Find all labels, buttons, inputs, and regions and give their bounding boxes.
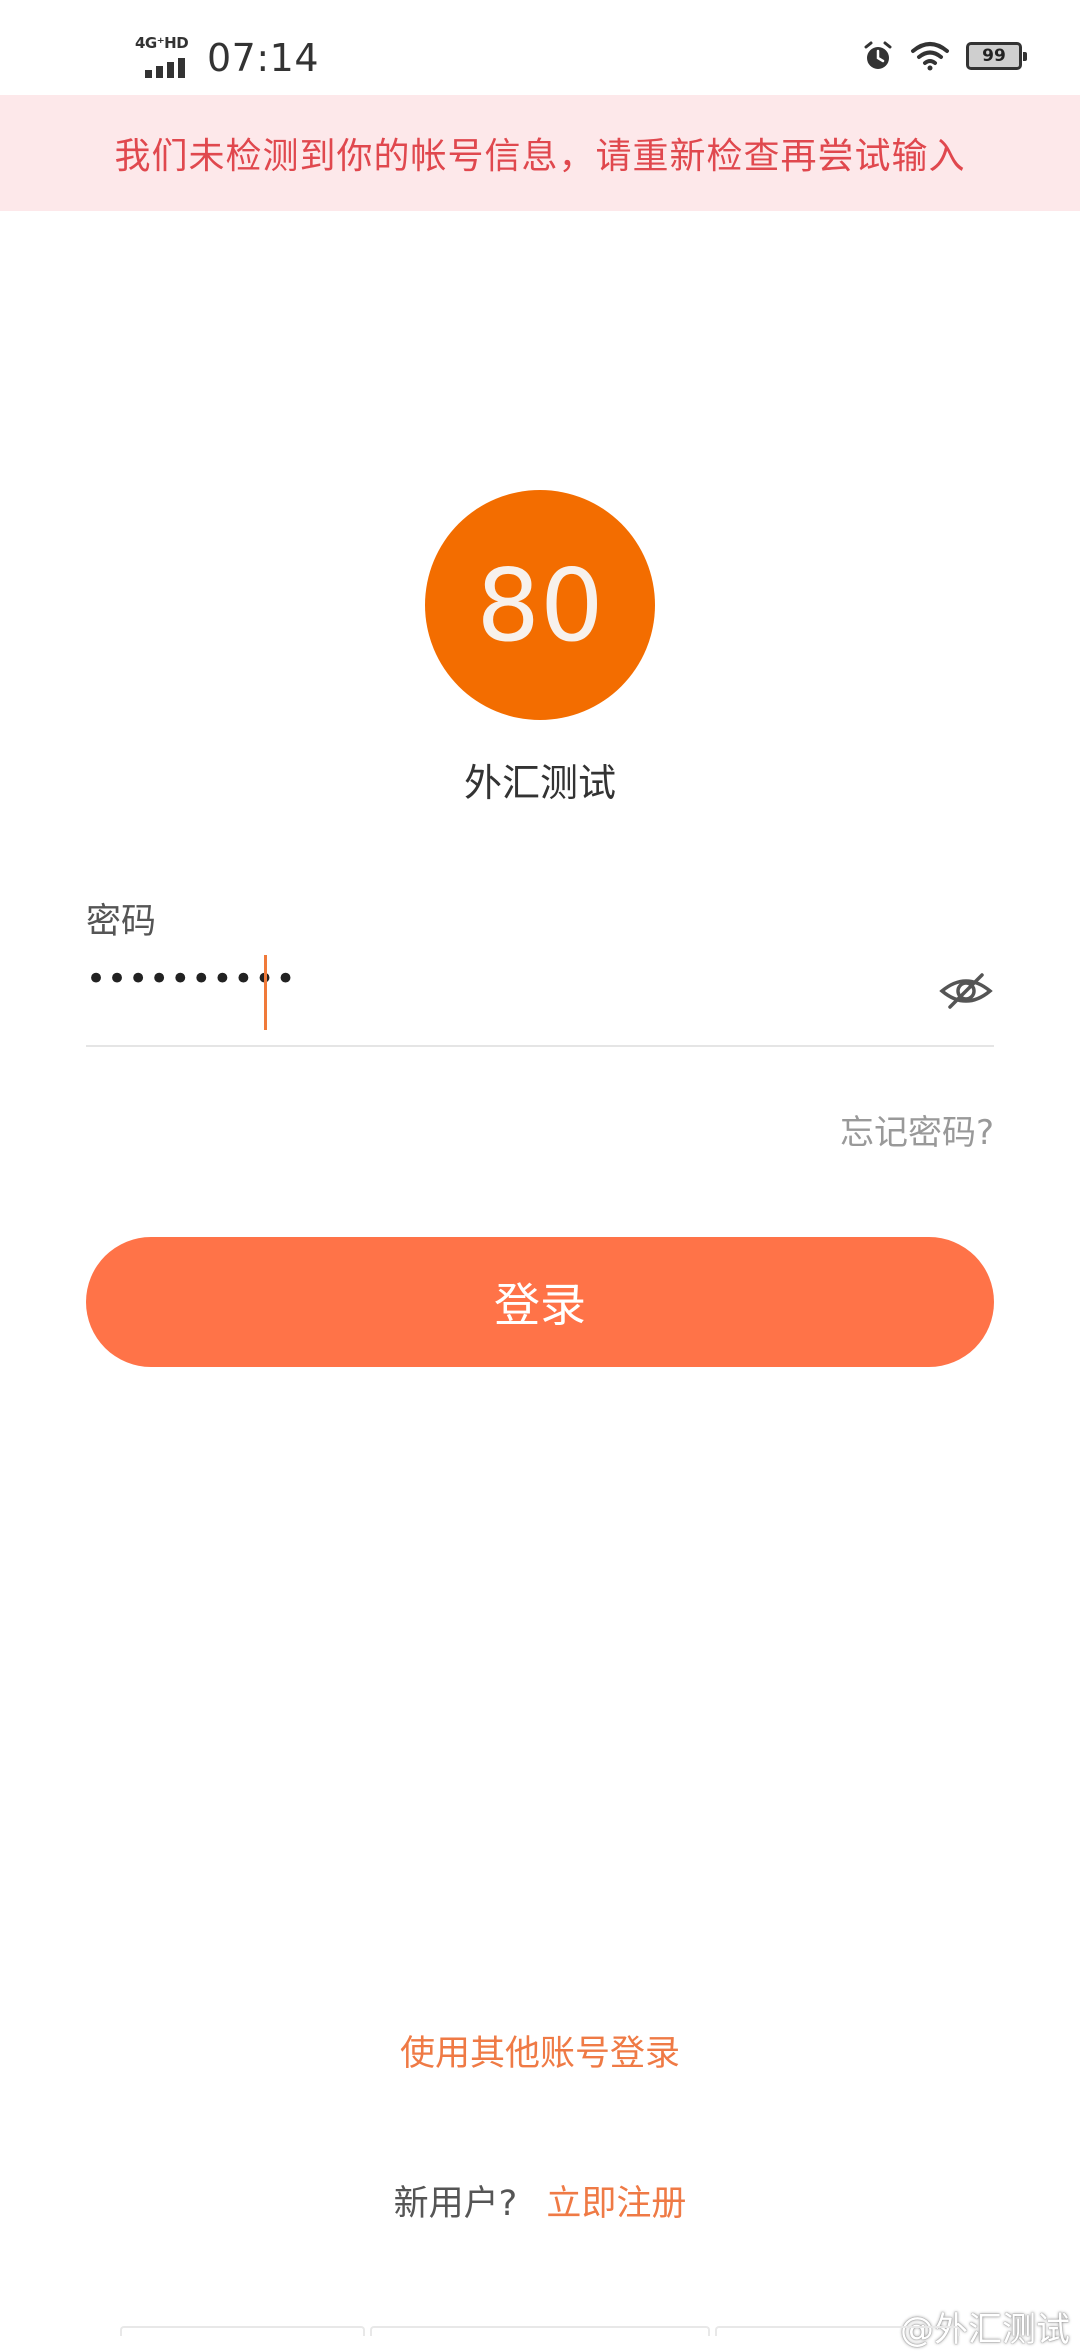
avatar-text: 80 [476, 546, 604, 664]
network-type: 4G⁺HD [135, 34, 189, 52]
battery-level: 99 [982, 46, 1006, 66]
login-button[interactable]: 登录 [86, 1237, 994, 1367]
password-label: 密码 [86, 902, 157, 942]
forgot-password-link[interactable]: 忘记密码? [840, 1105, 994, 1154]
nav-hint-center [370, 2326, 710, 2336]
password-field[interactable]: •••••••••• [86, 955, 994, 1047]
nav-hint-left [120, 2326, 365, 2336]
register-row: 新用户? 立即注册 [0, 2175, 1080, 2226]
eye-hidden-icon[interactable] [938, 967, 994, 1015]
wifi-icon [911, 42, 949, 71]
new-user-label: 新用户? [393, 2184, 518, 2224]
status-bar: 4G⁺HD 07:14 99 [0, 0, 1080, 95]
account-name: 外汇测试 [463, 761, 616, 805]
error-banner: 我们未检测到你的帐号信息，请重新检查再尝试输入 [0, 95, 1080, 211]
signal-icon: 4G⁺HD [135, 34, 197, 78]
battery-icon: 99 [966, 42, 1027, 70]
nav-hint-right [715, 2326, 960, 2336]
text-cursor [264, 955, 267, 1030]
register-link[interactable]: 立即注册 [546, 2184, 686, 2224]
status-left: 4G⁺HD 07:14 [135, 34, 320, 80]
error-message: 我们未检测到你的帐号信息，请重新检查再尝试输入 [114, 136, 966, 177]
avatar: 80 [425, 490, 655, 720]
alarm-icon [864, 41, 892, 69]
status-time: 07:14 [207, 36, 320, 80]
status-right: 99 [862, 40, 1027, 72]
other-account-login-link[interactable]: 使用其他账号登录 [0, 2025, 1080, 2076]
